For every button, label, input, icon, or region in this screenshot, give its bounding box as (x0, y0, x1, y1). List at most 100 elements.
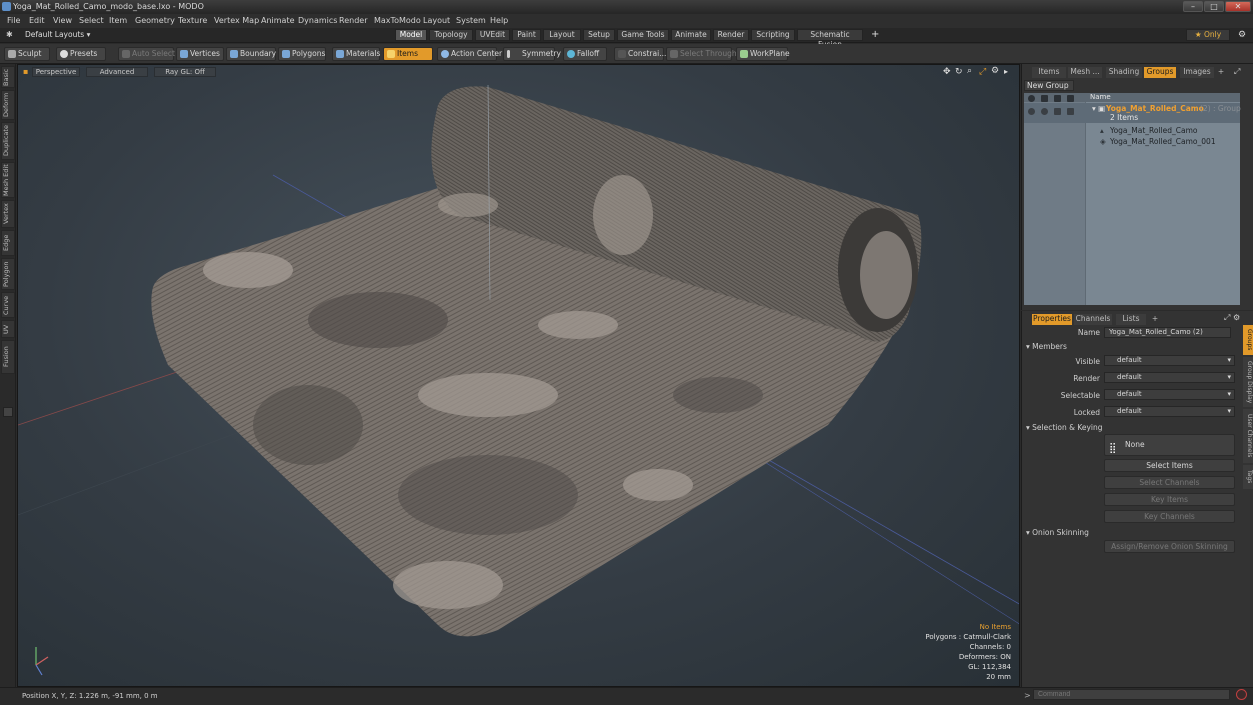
tab-model[interactable]: Model (395, 29, 427, 41)
menu-select[interactable]: Select (79, 16, 104, 25)
tab-render[interactable]: Render (713, 29, 749, 41)
menu-item[interactable]: Item (109, 16, 127, 25)
items-button[interactable]: Items (383, 47, 433, 61)
shading-button[interactable]: Advanced (86, 67, 148, 77)
lock-icon[interactable] (1067, 108, 1074, 115)
tab-properties[interactable]: Properties (1032, 314, 1072, 325)
menu-view[interactable]: View (53, 16, 72, 25)
menu-system[interactable]: System (456, 16, 486, 25)
visible-dropdown[interactable]: default ▾ (1104, 355, 1235, 366)
menu-animate[interactable]: Animate (261, 16, 295, 25)
tab-topology[interactable]: Topology (429, 29, 473, 41)
menu-geometry[interactable]: Geometry (135, 16, 175, 25)
maximize-button[interactable]: □ (1204, 1, 1224, 12)
auto-select-button[interactable]: Auto Select (118, 47, 175, 61)
menu-vertex-map[interactable]: Vertex Map (214, 16, 259, 25)
falloff-button[interactable]: Falloff (563, 47, 607, 61)
gear-icon[interactable]: ⚙ (1238, 30, 1246, 40)
side-tab-user-channels[interactable]: User Channels (1243, 409, 1253, 463)
zoom-view-icon[interactable]: ⌕ (967, 66, 972, 76)
selection-set-none[interactable]: ⣿ None (1104, 434, 1235, 456)
tab-basic[interactable]: Basic (1, 66, 15, 88)
side-tab-group-display[interactable]: Group Display (1243, 357, 1253, 407)
tab-setup[interactable]: Setup (583, 29, 615, 41)
properties-options-icon[interactable]: ⤢ ⚙ (1224, 313, 1240, 323)
viewport-more-icon[interactable]: ▸ (1004, 67, 1008, 76)
viewport-settings-icon[interactable]: ⚙ (991, 66, 999, 76)
expand-panel-icon[interactable]: ⤢ (1234, 67, 1240, 77)
sculpt-button[interactable]: Sculpt (4, 47, 50, 61)
tab-duplicate[interactable]: Duplicate (1, 122, 15, 160)
tab-shading[interactable]: Shading (1106, 67, 1142, 78)
select-icon[interactable] (1054, 108, 1061, 115)
only-toggle[interactable]: ★ Only (1186, 29, 1230, 41)
tab-paint[interactable]: Paint (512, 29, 541, 41)
tab-images[interactable]: Images (1180, 67, 1214, 78)
tab-layout[interactable]: Layout (543, 29, 581, 41)
tab-edge[interactable]: Edge (1, 230, 15, 256)
tab-animate[interactable]: Animate (671, 29, 711, 41)
tab-schematic-fusion[interactable]: Schematic Fusion (797, 29, 863, 49)
tab-mesh-edit[interactable]: Mesh Edit (1, 162, 15, 198)
tab-mesh[interactable]: Mesh ... (1068, 67, 1102, 78)
render-dropdown[interactable]: default ▾ (1104, 372, 1235, 383)
add-tab-button[interactable]: + (871, 29, 879, 40)
add-properties-tab[interactable]: + (1150, 314, 1160, 325)
menu-render[interactable]: Render (339, 16, 367, 25)
selectable-dropdown[interactable]: default ▾ (1104, 389, 1235, 400)
record-macro-icon[interactable] (1236, 689, 1247, 700)
select-through-button[interactable]: Select Through (666, 47, 737, 61)
menu-layout[interactable]: Layout (423, 16, 450, 25)
tab-fusion[interactable]: Fusion (1, 340, 15, 374)
layouts-dropdown[interactable]: Default Layouts ▾ (25, 30, 90, 39)
tab-lists[interactable]: Lists (1116, 314, 1146, 325)
raygl-button[interactable]: Ray GL: Off (154, 67, 216, 77)
expand-toggle[interactable] (3, 407, 13, 417)
tab-game-tools[interactable]: Game Tools (617, 29, 669, 41)
tab-curve[interactable]: Curve (1, 292, 15, 318)
key-items-button[interactable]: Key Items (1104, 493, 1235, 506)
3d-viewport[interactable]: ▪ Perspective Advanced Ray GL: Off ✥ ↻ ⌕… (17, 64, 1020, 687)
vertices-button[interactable]: Vertices (176, 47, 224, 61)
render-icon[interactable] (1041, 108, 1048, 115)
menu-maxtomodo[interactable]: MaxToModo (374, 16, 421, 25)
view-type-button[interactable]: Perspective (32, 67, 80, 77)
symmetry-button[interactable]: Symmetry (503, 47, 561, 61)
command-input[interactable] (1033, 689, 1230, 700)
eye-icon[interactable] (1028, 108, 1035, 115)
member-row[interactable]: ◈ Yoga_Mat_Rolled_Camo_001 (1024, 136, 1240, 147)
workplane-button[interactable]: WorkPlane (736, 47, 790, 61)
side-tab-tags[interactable]: Tags (1243, 465, 1253, 489)
side-tab-groups[interactable]: Groups (1243, 325, 1253, 355)
constrain-button[interactable]: Constrai... (614, 47, 666, 61)
name-field[interactable]: Yoga_Mat_Rolled_Camo (2) (1104, 327, 1231, 338)
viewport-menu-icon[interactable]: ▪ (23, 67, 28, 76)
fit-view-icon[interactable]: ⤢ (979, 67, 986, 77)
menu-dynamics[interactable]: Dynamics (298, 16, 337, 25)
tab-channels[interactable]: Channels (1074, 314, 1112, 325)
materials-button[interactable]: Materials (332, 47, 380, 61)
key-channels-button[interactable]: Key Channels (1104, 510, 1235, 523)
menu-texture[interactable]: Texture (178, 16, 207, 25)
tab-uv[interactable]: UV (1, 320, 15, 338)
select-items-button[interactable]: Select Items (1104, 459, 1235, 472)
move-view-icon[interactable]: ✥ (943, 67, 951, 77)
onion-skinning-section[interactable]: ▾ Onion Skinning (1026, 528, 1089, 537)
tab-deform[interactable]: Deform (1, 90, 15, 120)
new-group-button[interactable]: New Group (1024, 80, 1074, 91)
add-panel-tab[interactable]: + (1216, 67, 1226, 78)
rotate-view-icon[interactable]: ↻ (955, 67, 963, 77)
boundary-button[interactable]: Boundary (226, 47, 276, 61)
tab-items[interactable]: Items (1032, 67, 1066, 78)
polygons-button[interactable]: Polygons (278, 47, 326, 61)
locked-dropdown[interactable]: default ▾ (1104, 406, 1235, 417)
tab-uvedit[interactable]: UVEdit (475, 29, 510, 41)
name-column-header[interactable]: Name (1090, 93, 1111, 102)
action-center-button[interactable]: Action Center (437, 47, 502, 61)
menu-file[interactable]: File (7, 16, 20, 25)
presets-button[interactable]: Presets (56, 47, 106, 61)
select-channels-button[interactable]: Select Channels (1104, 476, 1235, 489)
minimize-button[interactable]: – (1183, 1, 1203, 12)
tab-groups[interactable]: Groups (1144, 67, 1176, 78)
tab-vertex[interactable]: Vertex (1, 200, 15, 228)
